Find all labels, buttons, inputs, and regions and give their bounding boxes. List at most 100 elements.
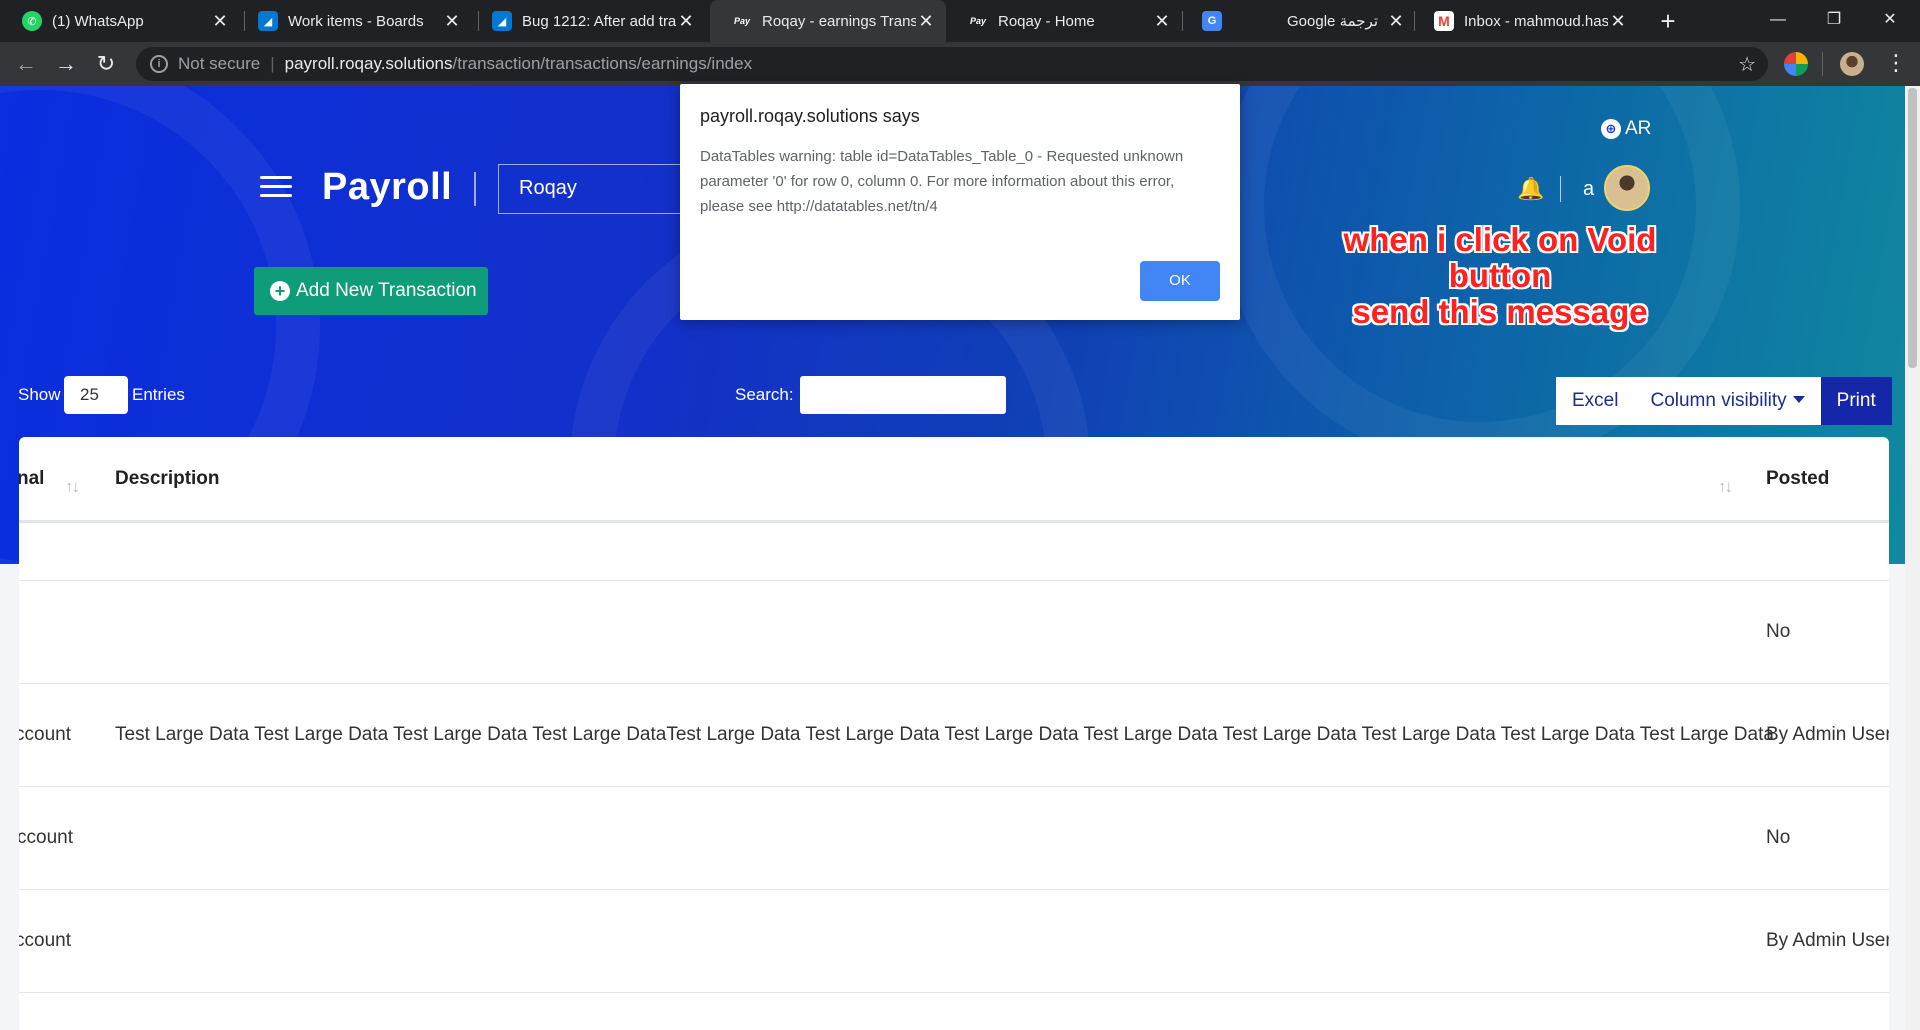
close-icon[interactable]: ✕ (1152, 11, 1172, 32)
description-cell: Test Large Data Test Large Data Test Lar… (115, 724, 1774, 745)
language-label: AR (1625, 118, 1652, 139)
close-icon[interactable]: ✕ (676, 11, 696, 32)
column-visibility-label: Column visibility (1650, 390, 1787, 411)
payroll-icon: Pay (969, 16, 986, 26)
table-row[interactable]: ccount By Admin User (19, 890, 1889, 993)
posted-cell: By Admin User (1766, 930, 1889, 951)
close-icon[interactable]: ✕ (1386, 11, 1406, 32)
cell: ccount (19, 827, 73, 848)
entries-select[interactable]: 25 (64, 376, 128, 414)
azure-devops-icon: ◢ (258, 11, 278, 31)
tab-title: (1) WhatsApp (52, 12, 144, 30)
language-switch[interactable]: ⊕ AR (1601, 118, 1651, 140)
column-visibility-button[interactable]: Column visibility (1634, 377, 1820, 425)
whatsapp-icon: ✆ (22, 11, 42, 31)
browser-menu-icon[interactable]: ⋮ (1884, 48, 1908, 78)
table-row[interactable]: ccount Test Large Data Test Large Data T… (19, 684, 1889, 787)
forward-button[interactable]: → (50, 48, 82, 80)
scrollbar-thumb[interactable] (1908, 88, 1917, 368)
brand-title: Payroll (322, 166, 453, 208)
cell: ccount (19, 724, 71, 745)
add-new-transaction-button[interactable]: + Add New Transaction (254, 267, 488, 315)
print-button[interactable]: Print (1820, 377, 1892, 425)
tab-gmail-inbox[interactable]: M Inbox - mahmoud.hass ✕ (1412, 0, 1638, 42)
close-icon[interactable]: ✕ (210, 11, 230, 32)
minimize-button[interactable]: — (1750, 0, 1806, 42)
sort-icon[interactable]: ↑↓ (65, 477, 80, 497)
close-window-button[interactable]: ✕ (1862, 0, 1918, 42)
search-input[interactable] (800, 376, 1006, 414)
url-host: payroll.roqay.solutions (284, 54, 453, 73)
tab-google-translate[interactable]: G Google ترجمة ✕ (1180, 0, 1416, 42)
table-row[interactable]: ccount No (19, 787, 1889, 890)
add-button-label: Add New Transaction (296, 280, 477, 301)
bell-icon[interactable]: 🔔 (1517, 176, 1544, 202)
dialog-message: DataTables warning: table id=DataTables_… (700, 148, 1184, 215)
search-label: Search: (735, 385, 794, 404)
caret-down-icon (1792, 396, 1805, 403)
profile-avatar[interactable] (1840, 52, 1864, 76)
annotation-line-2: send this message (1352, 293, 1648, 330)
tab-whatsapp[interactable]: ✆ (1) WhatsApp ✕ (0, 0, 240, 42)
header-divider (1560, 176, 1561, 202)
reload-button[interactable]: ↻ (90, 48, 122, 80)
sort-icon[interactable]: ↑↓ (1718, 477, 1733, 497)
menu-toggle-icon[interactable] (260, 176, 292, 198)
tab-title: Inbox - mahmoud.hass (1464, 12, 1608, 30)
google-translate-icon: G (1202, 11, 1222, 31)
address-divider: | (270, 54, 275, 73)
table-row[interactable]: No (19, 581, 1889, 684)
entries-label: Entries (132, 385, 185, 404)
brand-divider (474, 172, 476, 206)
column-header[interactable]: nal (19, 468, 44, 490)
close-icon[interactable]: ✕ (916, 11, 936, 32)
browser-tab-bar: ✆ (1) WhatsApp ✕ ◢ Work items - Boards ✕… (0, 0, 1920, 42)
show-label: Show (18, 385, 61, 404)
extension-icon[interactable] (1784, 52, 1808, 76)
gmail-icon: M (1434, 11, 1454, 31)
avatar[interactable] (1604, 165, 1650, 211)
column-header-description[interactable]: Description (115, 468, 220, 490)
globe-icon: ⊕ (1601, 119, 1621, 139)
tab-work-items[interactable]: ◢ Work items - Boards ✕ (236, 0, 472, 42)
security-status: Not secure (178, 54, 261, 73)
tab-bug-1212[interactable]: ◢ Bug 1212: After add tra ✕ (470, 0, 706, 42)
posted-cell: No (1766, 827, 1791, 848)
alert-dialog: payroll.roqay.solutions says DataTables … (680, 84, 1240, 320)
close-icon[interactable]: ✕ (442, 11, 462, 32)
annotation-line-1: when i click on Void button (1343, 221, 1657, 294)
tab-title: Bug 1212: After add tra (522, 12, 676, 30)
back-button[interactable]: ← (10, 48, 42, 80)
user-name[interactable]: a (1583, 178, 1594, 201)
tab-title: Roqay - Home (998, 12, 1095, 30)
url-path: /transaction/transactions/earnings/index (452, 54, 753, 73)
new-tab-button[interactable]: + (1652, 6, 1684, 38)
close-icon[interactable]: ✕ (1608, 11, 1628, 32)
bookmark-star-icon[interactable]: ☆ (1738, 52, 1756, 77)
table-header: nal ↑↓ Description ↑↓ Posted (19, 437, 1889, 523)
toolbar-divider (1822, 52, 1823, 76)
transactions-table: nal ↑↓ Description ↑↓ Posted No ccount T… (19, 437, 1889, 1030)
azure-devops-icon: ◢ (492, 11, 512, 31)
posted-cell: By Admin User (1766, 724, 1889, 745)
cell: ccount (19, 930, 71, 951)
ok-button[interactable]: OK (1140, 261, 1220, 301)
tab-roqay-home[interactable]: Pay Roqay - Home ✕ (946, 0, 1182, 42)
excel-button[interactable]: Excel (1556, 377, 1634, 425)
tab-roqay-earnings[interactable]: Pay Roqay - earnings Trans ✕ (710, 0, 946, 42)
table-row[interactable] (19, 523, 1889, 581)
tab-title: Work items - Boards (288, 12, 424, 30)
plus-icon: + (270, 281, 290, 301)
tab-title: Roqay - earnings Trans (762, 12, 916, 30)
page-scrollbar[interactable] (1905, 86, 1920, 1030)
posted-cell: No (1766, 621, 1791, 642)
column-header-posted[interactable]: Posted (1766, 468, 1829, 490)
tab-title: Google ترجمة (1287, 13, 1378, 30)
browser-toolbar: ← → ↻ i Not secure | payroll.roqay.solut… (0, 42, 1920, 86)
info-icon[interactable]: i (150, 55, 168, 73)
address-bar[interactable]: i Not secure | payroll.roqay.solutions /… (136, 47, 1768, 81)
payroll-icon: Pay (733, 16, 750, 26)
screenshot-annotation: when i click on Void button send this me… (1290, 222, 1710, 330)
export-button-group: Excel Column visibility Print (1556, 377, 1892, 425)
restore-button[interactable]: ❐ (1806, 0, 1862, 42)
